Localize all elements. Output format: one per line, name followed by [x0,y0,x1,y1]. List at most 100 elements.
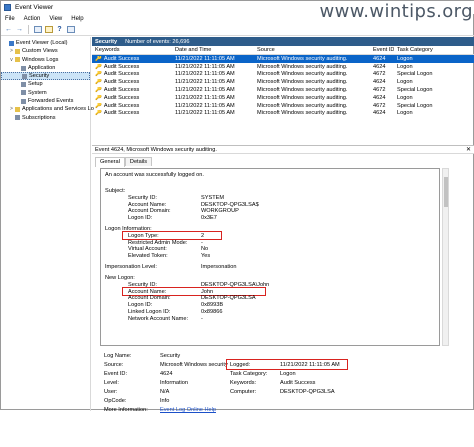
task-category-cell: Logon [397,55,413,62]
tree-item-label: System [28,89,47,96]
event-description-box[interactable]: An account was successfully logged on. Su… [100,168,440,346]
event-row[interactable]: 🔑 Audit Success 11/21/2022 11:11:05 AM Micr… [92,71,474,79]
task-category-cell: Logon [397,63,413,70]
event-viewer-window: Event Viewer www.wintips.org File Action… [0,0,474,413]
toolbar: ← → ? [1,24,474,36]
tree-item[interactable]: Subscriptions [1,114,90,122]
event-id-cell: 4624 [373,79,386,86]
description-scrollbar[interactable] [442,168,449,346]
event-row[interactable]: 🔑 Audit Success 11/21/2022 11:11:05 AM Micr… [92,102,474,110]
event-row[interactable]: 🔑 Audit Success 11/21/2022 11:11:05 AM Micr… [92,94,474,102]
field-value: 0x3E7 [201,215,217,222]
column-keywords[interactable]: Keywords [92,47,172,53]
back-arrow-icon[interactable]: ← [4,25,13,34]
field-label: Elevated Token: [128,253,168,260]
tab-details[interactable]: Details [124,157,153,166]
log-folder-icon [15,48,20,54]
column-task-category[interactable]: Task Category [394,47,450,53]
event-log-online-help-link[interactable]: Event Log Online Help [160,407,216,413]
tree-item[interactable]: Forwarded Events [1,97,90,105]
source-cell: Microsoft Windows security auditing. [257,71,348,78]
key-icon: 🔑 [95,79,102,86]
task-category-label: Task Category: [230,371,268,377]
keywords-cell: 🔑 Audit Success [92,56,172,62]
tree-item-label: Setup [28,81,43,88]
event-row[interactable]: 🔑 Audit Success 11/21/2022 11:11:05 AM Micr… [92,78,474,86]
field-value: - [201,315,203,322]
tree-item-label: Security [29,73,50,80]
tree-item[interactable]: > Custom Views [1,47,90,55]
level-label: Level: [104,380,119,386]
log-pane-header: Security Number of events: 26,696 [92,37,474,46]
column-source[interactable]: Source [254,47,370,53]
more-information-label: More Information: [104,407,148,413]
field-value: Yes [201,253,211,260]
keywords-text: Audit Success [103,79,140,86]
source-cell: Microsoft Windows security auditing. [257,79,348,86]
keywords-cell: 🔑 Audit Success [92,87,172,93]
field-value: DESKTOP-QPG3LSA$ [201,201,259,208]
main-pane: Security Number of events: 26,696 Keywor… [92,37,474,413]
keywords-cell: 🔑 Audit Success [92,103,172,109]
expand-toggle-icon[interactable]: v [9,56,14,64]
tree-item[interactable]: System [1,89,90,97]
column-event-id[interactable]: Event ID [370,47,394,53]
source-cell: Microsoft Windows security auditing. [257,55,348,62]
tree-item[interactable]: Application [1,64,90,72]
date-cell: 11/21/2022 11:11:05 AM [175,110,235,117]
keywords-text: Audit Success [103,71,140,78]
pane-icon[interactable] [66,25,75,34]
keywords-text: Audit Success [103,94,140,101]
log-folder-icon [21,65,26,71]
tree-item[interactable]: Setup [1,80,90,88]
account-name-highlight-box [122,287,266,296]
event-row[interactable]: 🔑 Audit Success 11/21/2022 11:11:05 AM Micr… [92,86,474,94]
event-properties: Log Name: Security Source: Microsoft Win… [100,351,440,447]
menu-help[interactable]: Help [71,16,83,22]
event-row[interactable]: 🔑 Audit Success 11/21/2022 11:11:05 AM Micr… [92,110,474,118]
keywords-text: Audit Success [103,55,140,62]
event-viewer-app-icon [4,4,11,11]
task-category-cell: Logon [397,94,413,101]
key-icon: 🔑 [95,94,102,101]
key-icon: 🔑 [95,102,102,109]
key-icon: 🔑 [95,87,102,94]
tree-item[interactable]: Event Viewer (Local) [1,39,90,47]
event-detail-header: Event 4624, Microsoft Windows security a… [92,145,474,154]
keywords-text: Audit Success [103,63,140,70]
field-value: Impersonation [201,264,237,271]
event-row[interactable]: 🔑 Audit Success 11/21/2022 11:11:05 AM Micr… [92,55,474,63]
event-id-cell: 4624 [373,94,386,101]
console-tree: Event Viewer (Local) > Custom Views v Window… [1,37,94,411]
tab-general[interactable]: General [95,157,125,167]
scrollbar-thumb[interactable] [444,177,448,207]
menu-file[interactable]: File [5,16,15,22]
menu-action[interactable]: Action [24,16,41,22]
close-icon[interactable]: ✕ [466,146,471,153]
expand-toggle-icon[interactable]: > [9,47,14,55]
properties-icon[interactable] [44,25,53,34]
expand-toggle-icon[interactable]: > [9,105,14,113]
field-label: Network Account Name: [128,315,189,322]
console-tree-icon[interactable] [33,25,42,34]
date-cell: 11/21/2022 11:11:05 AM [175,55,235,62]
event-row[interactable]: 🔑 Audit Success 11/21/2022 11:11:05 AM Micr… [92,63,474,71]
field-label: Restricted Admin Mode: [128,239,188,246]
forward-arrow-icon[interactable]: → [15,25,24,34]
log-name: Security [95,38,118,45]
tree-item[interactable]: v Windows Logs [1,56,90,64]
event-id-label: Event ID: [104,371,128,377]
keywords-cell: 🔑 Audit Success [92,79,172,85]
column-date-time[interactable]: Date and Time [172,47,254,53]
tree-item[interactable]: Security [1,72,90,81]
source-label: Source: [104,362,124,368]
log-folder-icon [9,40,14,46]
help-icon[interactable]: ? [55,25,64,34]
event-message: An account was successfully logged on. [105,172,204,178]
tree-item[interactable]: > Applications and Services Lo [1,105,94,113]
section-heading: Subject: [105,188,126,194]
log-name-label: Log Name: [104,353,132,359]
task-category-value: Logon [280,371,296,377]
source-cell: Microsoft Windows security auditing. [257,102,348,109]
menu-view[interactable]: View [49,16,62,22]
